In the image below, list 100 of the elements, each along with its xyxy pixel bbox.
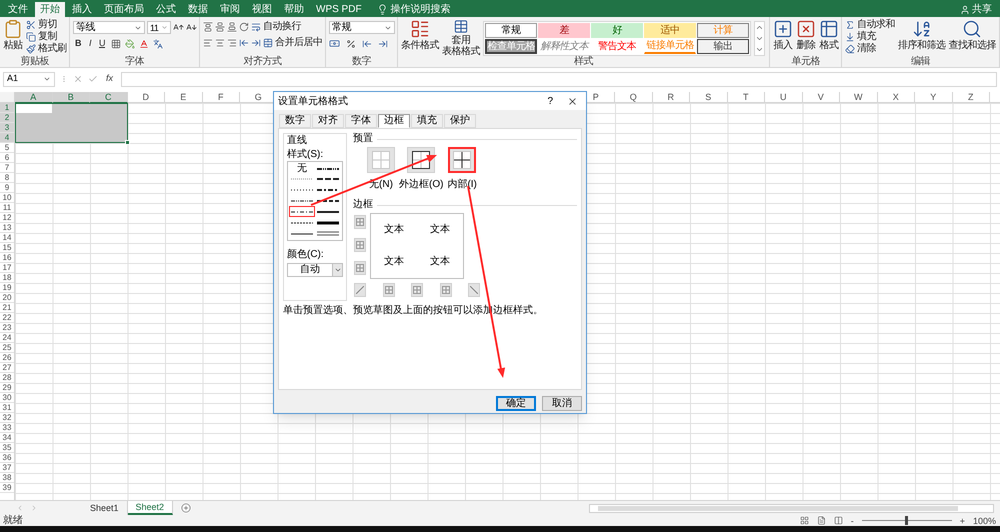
- row-header[interactable]: 10: [0, 193, 14, 203]
- border-toggle-button[interactable]: [354, 238, 366, 252]
- help-button[interactable]: ?: [547, 94, 553, 108]
- border-toggle-button[interactable]: [354, 261, 366, 275]
- row-header[interactable]: 19: [0, 283, 14, 293]
- border-toggle-button[interactable]: [382, 283, 394, 297]
- row-header[interactable]: 17: [0, 263, 14, 273]
- align-right-icon[interactable]: [227, 38, 237, 48]
- decrease-decimal-icon[interactable]: [378, 38, 388, 48]
- row-header[interactable]: 21: [0, 303, 14, 313]
- column-header[interactable]: B: [52, 92, 90, 103]
- font-name-field[interactable]: 等线: [73, 21, 145, 34]
- column-header[interactable]: V: [802, 92, 840, 103]
- cell-style-option[interactable]: 差: [538, 23, 590, 38]
- name-box[interactable]: A1: [3, 72, 55, 86]
- row-header[interactable]: 18: [0, 273, 14, 283]
- dialog-tab[interactable]: 数字: [279, 114, 311, 128]
- column-header[interactable]: U: [765, 92, 802, 103]
- format-button[interactable]: 格式: [819, 19, 839, 57]
- dialog-tab[interactable]: 字体: [345, 114, 377, 128]
- row-header[interactable]: 4: [0, 133, 14, 143]
- insert-function-button[interactable]: fx: [103, 72, 116, 86]
- clear-button[interactable]: 清除: [845, 43, 895, 55]
- row-header[interactable]: 1: [0, 103, 14, 113]
- format-painter-button[interactable]: 格式刷: [26, 43, 66, 55]
- zoom-in-button[interactable]: +: [960, 516, 965, 526]
- decrease-indent-icon[interactable]: [239, 38, 249, 48]
- dialog-button[interactable]: 确定: [496, 396, 536, 411]
- row-header[interactable]: 3: [0, 123, 14, 133]
- column-header[interactable]: E: [165, 92, 202, 103]
- add-sheet-icon[interactable]: [181, 503, 192, 513]
- increase-indent-icon[interactable]: [251, 38, 261, 48]
- cell-style-option[interactable]: 好: [591, 23, 643, 38]
- sort-filter-button[interactable]: 排序和筛选: [898, 19, 946, 57]
- column-header[interactable]: A: [15, 92, 52, 103]
- fill-handle[interactable]: [124, 140, 130, 145]
- ribbon-tab[interactable]: 数据: [183, 2, 213, 17]
- ribbon-tab[interactable]: 视图: [247, 2, 277, 17]
- row-header[interactable]: 8: [0, 173, 14, 183]
- row-header[interactable]: 15: [0, 243, 14, 253]
- column-header[interactable]: F: [202, 92, 240, 103]
- share-button[interactable]: 共享: [960, 2, 992, 17]
- row-header[interactable]: 22: [0, 313, 14, 323]
- row-header[interactable]: 28: [0, 373, 14, 383]
- normal-view-icon[interactable]: [800, 516, 809, 525]
- row-header[interactable]: 27: [0, 363, 14, 373]
- merge-center-button[interactable]: 合并后居中: [263, 37, 322, 49]
- row-header[interactable]: 6: [0, 153, 14, 163]
- row-header[interactable]: 12: [0, 213, 14, 223]
- column-header[interactable]: C: [90, 92, 128, 103]
- paste-button[interactable]: 粘贴: [3, 19, 23, 57]
- column-header[interactable]: X: [878, 92, 915, 103]
- ribbon-tab[interactable]: WPS PDF: [311, 2, 367, 17]
- format-as-table-button[interactable]: 套用 表格格式: [442, 19, 480, 57]
- row-header[interactable]: 11: [0, 203, 14, 213]
- row-header[interactable]: 25: [0, 343, 14, 353]
- row-header[interactable]: 32: [0, 413, 14, 423]
- sheet-tab[interactable]: Sheet2: [128, 501, 174, 515]
- column-header[interactable]: Z: [952, 92, 990, 103]
- row-header[interactable]: 14: [0, 233, 14, 243]
- cell-style-option[interactable]: 常规: [485, 23, 537, 38]
- row-header[interactable]: 13: [0, 223, 14, 233]
- align-left-icon[interactable]: [203, 38, 213, 48]
- cell-style-option[interactable]: 输出: [697, 39, 749, 54]
- close-icon[interactable]: [567, 96, 578, 106]
- font-size-field[interactable]: 11: [147, 21, 171, 34]
- phonetic-guide-icon[interactable]: [153, 38, 164, 48]
- ribbon-tab[interactable]: 开始: [35, 2, 65, 17]
- column-header[interactable]: D: [128, 92, 165, 103]
- row-header[interactable]: 38: [0, 473, 14, 483]
- active-cell[interactable]: [16, 104, 52, 113]
- column-header[interactable]: Y: [915, 92, 952, 103]
- column-header[interactable]: T: [728, 92, 765, 103]
- ribbon-tab[interactable]: 插入: [67, 2, 97, 17]
- find-select-button[interactable]: 查找和选择: [948, 19, 996, 57]
- ribbon-tab[interactable]: 公式: [151, 2, 181, 17]
- border-preview[interactable]: 文本 文本 文本 文本: [370, 213, 464, 279]
- page-layout-icon[interactable]: [816, 516, 826, 525]
- align-middle-icon[interactable]: [215, 22, 225, 32]
- ribbon-tab[interactable]: 文件: [3, 2, 33, 17]
- dialog-button[interactable]: 取消: [542, 396, 582, 411]
- underline-button[interactable]: U: [97, 38, 108, 49]
- column-header[interactable]: W: [840, 92, 878, 103]
- delete-button[interactable]: 删除: [796, 19, 816, 57]
- borders-icon[interactable]: [111, 38, 122, 48]
- row-header[interactable]: 36: [0, 453, 14, 463]
- row-header[interactable]: 9: [0, 183, 14, 193]
- row-header[interactable]: 26: [0, 353, 14, 363]
- border-toggle-button[interactable]: [411, 283, 423, 297]
- ribbon-tab[interactable]: 页面布局: [99, 2, 149, 17]
- row-header[interactable]: 39: [0, 483, 14, 493]
- fill-color-icon[interactable]: [125, 38, 136, 48]
- row-header[interactable]: 37: [0, 463, 14, 473]
- formula-input[interactable]: [121, 72, 997, 86]
- align-top-icon[interactable]: [203, 22, 213, 32]
- zoom-slider-thumb[interactable]: [905, 516, 908, 525]
- color-select[interactable]: 自动: [287, 263, 343, 277]
- row-header[interactable]: 34: [0, 433, 14, 443]
- font-color-icon[interactable]: [139, 38, 150, 48]
- row-header[interactable]: 24: [0, 333, 14, 343]
